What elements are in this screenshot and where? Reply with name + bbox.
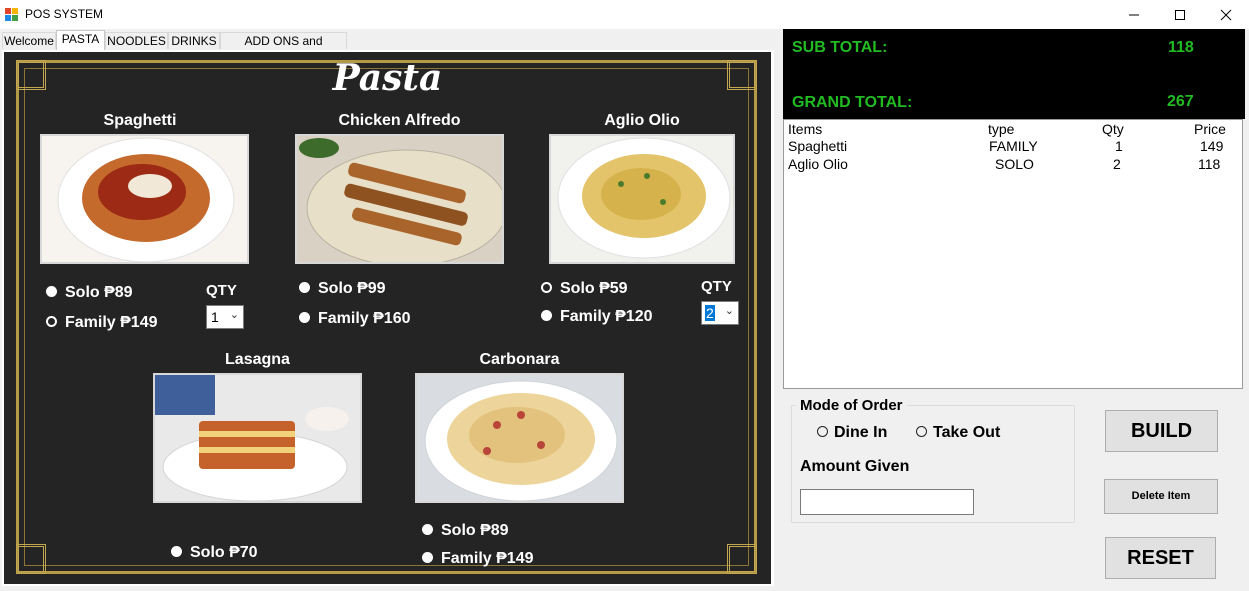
option-label: Family ₱149 [441, 550, 534, 567]
column-header-qty[interactable]: Qty [1102, 121, 1124, 137]
qty-value: 1 [211, 309, 219, 325]
lasagna-photo [153, 373, 362, 503]
tab-welcome[interactable]: Welcome [2, 32, 56, 49]
dish-name-carbonara: Carbonara [479, 351, 560, 368]
spaghetti-solo-radio[interactable]: Solo ₱89 [46, 284, 133, 302]
lasagna-solo-radio[interactable]: Solo ₱70 [171, 544, 258, 562]
aglio-qty-select[interactable]: 2 ⌄ [701, 301, 739, 325]
option-label: Solo ₱70 [190, 544, 258, 561]
menu-heading: Pasta [332, 57, 443, 99]
order-item-qty: 2 [1113, 156, 1121, 172]
spaghetti-family-radio[interactable]: Family ₱149 [46, 314, 158, 332]
order-item-type: SOLO [995, 156, 1034, 172]
pasta-menu-board: Pasta Spaghetti Chicken Alfredo Aglio Ol… [4, 52, 771, 584]
order-item-type: FAMILY [989, 138, 1038, 154]
option-label: Family ₱120 [560, 308, 653, 325]
spaghetti-qty-select[interactable]: 1 ⌄ [206, 305, 244, 329]
amount-given-label: Amount Given [800, 458, 910, 475]
tab-noodles[interactable]: NOODLES [105, 32, 168, 49]
radio-icon [299, 282, 310, 293]
column-header-items[interactable]: Items [788, 121, 822, 137]
window-title: POS SYSTEM [25, 7, 104, 21]
dish-name-aglio-olio: Aglio Olio [604, 112, 680, 129]
radio-checked-icon [46, 316, 57, 327]
tab-drinks[interactable]: DRINKS [168, 32, 220, 49]
radio-icon [916, 426, 927, 437]
frame-corner [16, 544, 46, 574]
order-item-price: 149 [1200, 138, 1224, 154]
subtotal-label: SUB TOTAL: [792, 39, 888, 56]
maximize-button[interactable] [1157, 0, 1203, 29]
order-item-price: 118 [1198, 156, 1221, 172]
aglio-solo-radio[interactable]: Solo ₱59 [541, 280, 628, 298]
column-header-price[interactable]: Price [1194, 121, 1226, 137]
delete-item-button[interactable]: Delete Item [1104, 479, 1218, 514]
minimize-button[interactable] [1111, 0, 1157, 29]
minimize-icon [1129, 14, 1139, 16]
dish-name-lasagna: Lasagna [225, 351, 290, 368]
radio-icon [422, 552, 433, 563]
qty-label: QTY [206, 282, 237, 299]
take-out-radio[interactable]: Take Out [916, 424, 1000, 442]
close-button[interactable] [1203, 0, 1249, 29]
aglio-olio-photo [549, 134, 735, 264]
radio-checked-icon [541, 282, 552, 293]
alfredo-family-radio[interactable]: Family ₱160 [299, 310, 411, 328]
option-label: Solo ₱89 [65, 284, 133, 301]
grand-total-value: 267 [1167, 93, 1194, 110]
option-label: Family ₱160 [318, 310, 411, 327]
carbonara-family-radio[interactable]: Family ₱149 [422, 550, 534, 568]
frame-corner [727, 544, 757, 574]
option-label: Take Out [933, 424, 1001, 441]
chevron-down-icon: ⌄ [229, 309, 239, 321]
order-item-qty: 1 [1115, 138, 1123, 154]
maximize-icon [1175, 10, 1185, 21]
radio-icon [299, 312, 310, 323]
option-label: Dine In [834, 424, 888, 441]
chicken-alfredo-photo [295, 134, 504, 264]
radio-icon [817, 426, 828, 437]
order-item-name: Aglio Olio [788, 156, 848, 172]
option-label: Solo ₱89 [441, 522, 509, 539]
radio-icon [171, 546, 182, 557]
option-label: Solo ₱99 [318, 280, 386, 297]
app-icon [5, 8, 18, 21]
radio-icon [422, 524, 433, 535]
mode-of-order-title: Mode of Order [796, 397, 907, 414]
close-icon [1220, 9, 1232, 21]
column-header-type[interactable]: type [988, 121, 1014, 137]
radio-icon [541, 310, 552, 321]
dish-name-spaghetti: Spaghetti [103, 112, 177, 129]
dish-name-chicken-alfredo: Chicken Alfredo [338, 112, 461, 129]
reset-button[interactable]: RESET [1105, 537, 1216, 579]
aglio-family-radio[interactable]: Family ₱120 [541, 308, 653, 326]
tab-pasta[interactable]: PASTA [56, 30, 105, 50]
amount-given-input[interactable] [800, 489, 974, 515]
carbonara-solo-radio[interactable]: Solo ₱89 [422, 522, 509, 540]
tab-addons-snacks[interactable]: ADD ONS and SNACKS [220, 32, 347, 65]
spaghetti-photo [40, 134, 249, 264]
dine-in-radio[interactable]: Dine In [817, 424, 887, 442]
qty-label: QTY [701, 278, 732, 295]
subtotal-value: 118 [1168, 39, 1194, 56]
totals-display: SUB TOTAL: 118 GRAND TOTAL: 267 [783, 29, 1245, 119]
order-item-name: Spaghetti [788, 138, 848, 154]
qty-value: 2 [705, 305, 715, 321]
order-list[interactable]: Items type Qty Price Spaghetti FAMILY 1 … [783, 119, 1243, 389]
radio-icon [46, 286, 57, 297]
chevron-down-icon: ⌄ [724, 305, 734, 317]
build-button[interactable]: BUILD [1105, 410, 1218, 452]
grand-total-label: GRAND TOTAL: [792, 94, 913, 111]
title-bar: POS SYSTEM [0, 0, 1249, 29]
carbonara-photo [415, 373, 624, 503]
option-label: Solo ₱59 [560, 280, 628, 297]
alfredo-solo-radio[interactable]: Solo ₱99 [299, 280, 386, 298]
option-label: Family ₱149 [65, 314, 158, 331]
